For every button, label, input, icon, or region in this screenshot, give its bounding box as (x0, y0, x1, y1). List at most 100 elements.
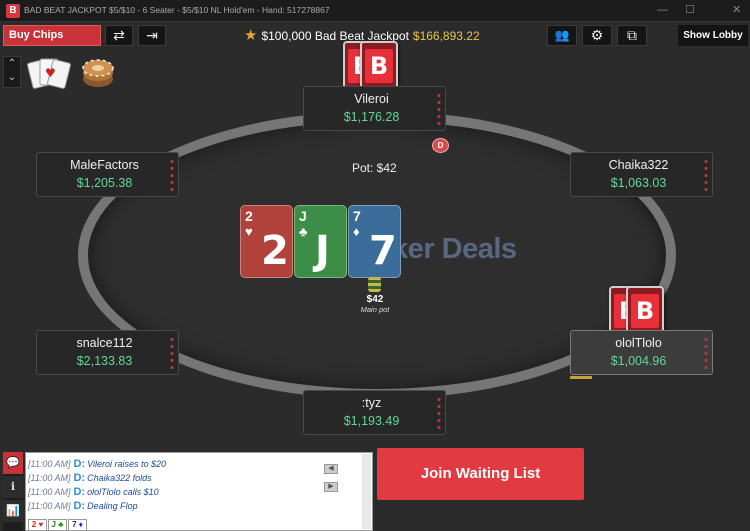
collapse-toggle[interactable]: ⌃ ⌄ (3, 56, 21, 88)
diamond-icon: ♦ (353, 224, 360, 239)
window-title: BAD BEAT JACKPOT $5/$10 - 6 Seater - $5/… (24, 5, 330, 15)
chat-line: [11:00 AM] D: Vileroi raises to $20 (28, 458, 166, 471)
pot-total: Pot: $42 (352, 161, 397, 175)
info-tab-icon[interactable]: ℹ (3, 476, 23, 498)
buy-chips-button[interactable]: Buy Chips (3, 25, 101, 46)
chevron-updown-icon: ⌃ ⌄ (7, 58, 17, 83)
chat-timestamp: [11:00 AM] (28, 459, 71, 469)
players-button[interactable]: 👥 (547, 25, 577, 46)
player-name: :tyz (361, 396, 382, 410)
mini-card: J ♣ (48, 519, 67, 530)
settings-button[interactable]: ⚙ (582, 25, 612, 46)
stats-tab-icon[interactable]: 📊 (3, 500, 23, 522)
player-stack: $1,205.38 (76, 176, 133, 190)
club-icon: ♣ (299, 224, 308, 239)
player-name: MaleFactors (70, 158, 139, 172)
card-rank: 2 (245, 208, 253, 224)
dealer-tag: D: (73, 458, 86, 470)
card-logo-icon: B (365, 49, 393, 83)
seat-menu-icon[interactable] (704, 158, 708, 192)
swap-icon: ⇄ (113, 27, 125, 43)
pot-chips-icon (368, 277, 381, 292)
chat-message: Vileroi raises to $20 (87, 459, 167, 469)
player-stack: $1,193.49 (343, 414, 400, 428)
board-card: 7 ♦ 7 (348, 205, 401, 278)
chat-scrollbar[interactable] (362, 454, 371, 529)
chat-message: Dealing Flop (87, 501, 138, 511)
card-rank-large: J (315, 228, 330, 274)
seat-tyz[interactable]: :tyz $1,193.49 (303, 390, 446, 435)
cards-icon[interactable]: ♥ (26, 55, 72, 91)
layout-button[interactable]: ⧉ (617, 25, 647, 46)
svg-text:♥: ♥ (45, 66, 56, 80)
card-logo-icon: B (631, 294, 659, 328)
seat-menu-icon[interactable] (437, 396, 441, 430)
show-lobby-button[interactable]: Show Lobby (678, 25, 748, 46)
exit-icon: ⇥ (146, 27, 158, 43)
seat-menu-icon[interactable] (437, 92, 441, 126)
player-name: snalce112 (76, 336, 133, 350)
jackpot-amount: $166,893.22 (412, 29, 480, 43)
chat-prev-button[interactable]: ◀ (324, 464, 338, 474)
chip-stack-icon[interactable] (80, 55, 116, 91)
chat-timestamp: [11:00 AM] (28, 501, 71, 511)
action-timer-bar (570, 376, 592, 379)
chat-message: ololTlolo calls $10 (87, 487, 159, 497)
app-logo-icon: B (6, 4, 20, 18)
dealer-tag: D: (73, 472, 86, 484)
hole-card-back: B (360, 41, 398, 91)
chat-line: [11:00 AM] D: Chaika322 folds (28, 472, 152, 485)
chat-tab-icon[interactable]: 💬 (3, 452, 23, 474)
player-stack: $1,176.28 (343, 110, 400, 124)
seat-malefactors[interactable]: MaleFactors $1,205.38 (36, 152, 179, 197)
dealer-tag: D: (73, 486, 86, 498)
card-rank-large: 7 (369, 228, 397, 274)
dealer-chat-log[interactable]: [11:00 AM] D: Vileroi raises to $20 [11:00… (25, 452, 373, 531)
seat-chaika322[interactable]: Chaika322 $1,063.03 (570, 152, 713, 197)
player-name: ololTlolo (615, 336, 662, 350)
chat-side-tabs: 💬 ℹ 📊 (3, 452, 23, 531)
chat-line: [11:00 AM] D: Dealing Flop (28, 500, 138, 513)
seat-vileroi[interactable]: Vileroi $1,176.28 (303, 86, 446, 131)
chat-nav: ◀ ▶ (324, 457, 356, 492)
seat-menu-icon[interactable] (704, 336, 708, 370)
board-card: 2 ♥ 2 (240, 205, 293, 278)
chat-timestamp: [11:00 AM] (28, 473, 71, 483)
join-waiting-list-button[interactable]: Join Waiting List (377, 448, 584, 500)
hole-card-back: B (626, 286, 664, 336)
close-button[interactable]: ✕ (732, 4, 741, 16)
player-stack: $1,004.96 (610, 354, 667, 368)
chat-next-button[interactable]: ▶ (324, 482, 338, 492)
gear-icon: ⚙ (590, 27, 604, 43)
maximize-button[interactable]: ☐ (685, 4, 695, 16)
title-bar: B BAD BEAT JACKPOT $5/$10 - 6 Seater - $… (0, 0, 750, 22)
minimize-button[interactable]: — (657, 4, 668, 16)
mini-card: 7 ♦ (68, 519, 87, 530)
card-rank-large: 2 (261, 228, 289, 274)
player-name: Vileroi (354, 92, 389, 106)
card-rank: 7 (353, 208, 361, 224)
player-stack: $2,133.83 (76, 354, 133, 368)
dealer-tag: D: (73, 500, 86, 512)
heart-icon: ♥ (245, 224, 253, 239)
main-pot-label: Main pot (360, 305, 390, 314)
chat-timestamp: [11:00 AM] (28, 487, 71, 497)
seat-ololtlolo[interactable]: ololTlolo $1,004.96 (570, 330, 713, 375)
leave-table-button[interactable]: ⇥ (138, 25, 166, 46)
dealer-button: D (432, 138, 449, 153)
mini-card: 2 ♥ (28, 519, 47, 530)
star-icon: ★ (244, 27, 258, 44)
players-icon: 👥 (554, 28, 570, 42)
chat-message: Chaika322 folds (87, 473, 152, 483)
seat-snalce112[interactable]: snalce112 $2,133.83 (36, 330, 179, 375)
chat-line: [11:00 AM] D: ololTlolo calls $10 (28, 486, 159, 499)
board-card: J ♣ J (294, 205, 347, 278)
seat-menu-icon[interactable] (170, 336, 174, 370)
swap-table-button[interactable]: ⇄ (105, 25, 133, 46)
chat-flop-cards: 2 ♥ J ♣ 7 ♦ (28, 514, 88, 530)
player-stack: $1,063.03 (610, 176, 667, 190)
card-rank: J (299, 208, 307, 224)
seat-menu-icon[interactable] (170, 158, 174, 192)
layout-icon: ⧉ (627, 27, 637, 43)
player-name: Chaika322 (608, 158, 669, 172)
